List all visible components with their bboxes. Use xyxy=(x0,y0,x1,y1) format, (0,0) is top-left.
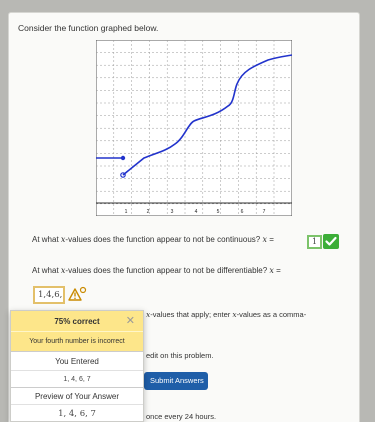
continuity-answer-input[interactable]: 1 xyxy=(307,235,322,249)
close-icon[interactable]: ✕ xyxy=(126,314,135,327)
you-entered-label: You Entered xyxy=(11,351,143,370)
problem-prompt: Consider the function graphed below. xyxy=(18,23,159,33)
attempts-text: once every 24 hours. xyxy=(146,412,217,421)
feedback-message: Your fourth number is incorrect xyxy=(11,331,143,351)
check-icon xyxy=(323,234,339,249)
you-entered-value: 1, 4, 6, 7 xyxy=(11,370,143,387)
x-tick-label: 3 xyxy=(171,209,174,215)
closed-endpoint xyxy=(120,155,126,161)
hint-text: x-values that apply; enter x-values as a… xyxy=(146,310,307,319)
x-tick-label: 7 xyxy=(263,209,266,215)
warning-icon[interactable] xyxy=(67,286,87,304)
x-tick-label: 6 xyxy=(241,209,244,215)
submit-answers-button[interactable]: Submit Answers xyxy=(144,372,208,390)
score-label: 75% correct xyxy=(54,316,100,326)
x-tick-label: 1 xyxy=(125,209,128,215)
preview-value: 1, 4, 6, 7 xyxy=(11,404,143,422)
x-tick-label: 4 xyxy=(195,209,198,215)
graph-svg: 1 2 3 4 5 6 7 xyxy=(95,39,293,217)
question-differentiability: At what x-values does the function appea… xyxy=(32,266,281,275)
x-tick-label: 2 xyxy=(147,209,150,215)
score-header: 75% correct ✕ xyxy=(11,311,143,331)
question-continuity: At what x-values does the function appea… xyxy=(32,235,274,244)
differentiability-answer-input[interactable]: 1,4,6, xyxy=(33,286,65,304)
preview-label: Preview of Your Answer xyxy=(11,387,143,404)
edit-text: edit on this problem. xyxy=(146,351,214,360)
x-tick-label: 5 xyxy=(217,209,220,215)
function-graph: 1 2 3 4 5 6 7 xyxy=(95,39,293,217)
feedback-popover: 75% correct ✕ Your fourth number is inco… xyxy=(10,310,144,422)
